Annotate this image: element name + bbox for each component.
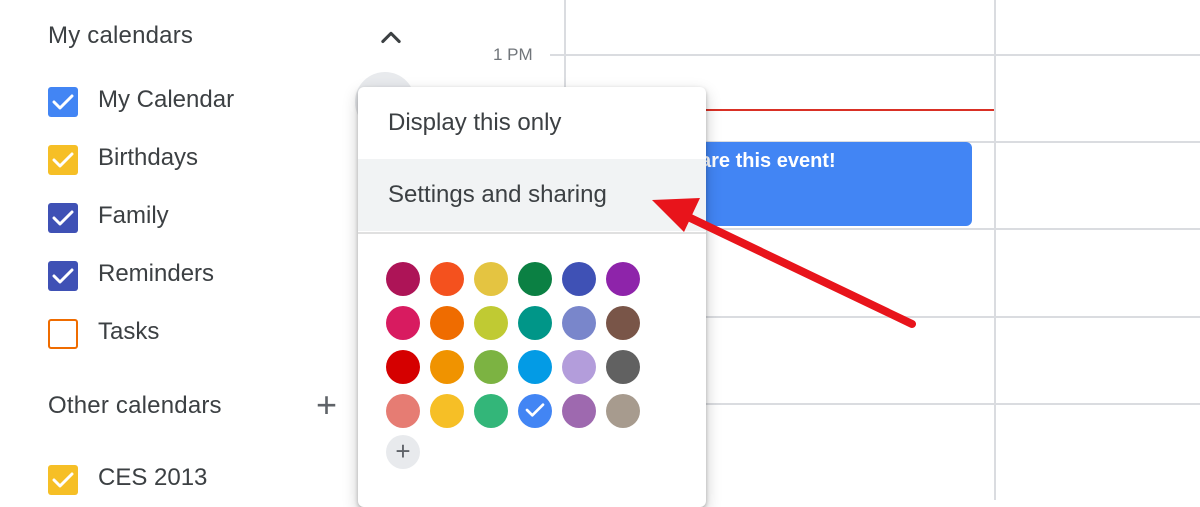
color-swatch[interactable] <box>562 262 596 296</box>
plus-icon: + <box>395 436 411 466</box>
settings-and-sharing-option[interactable]: Settings and sharing <box>358 159 706 231</box>
other-calendars-title[interactable]: Other calendars <box>48 392 222 420</box>
calendar-item-tasks[interactable]: Tasks <box>48 314 348 354</box>
color-swatch[interactable] <box>606 262 640 296</box>
calendar-label: CES 2013 <box>98 464 208 491</box>
color-swatch[interactable] <box>518 350 552 384</box>
calendar-options-menu: Display this only Settings and sharing + <box>358 87 706 507</box>
menu-divider <box>358 232 706 234</box>
calendar-item-ces-2013[interactable]: CES 2013 <box>48 460 348 500</box>
event-title: are this event! <box>700 150 836 172</box>
calendar-label: Reminders <box>98 260 215 287</box>
day-divider <box>994 0 996 500</box>
checkbox-unchecked-icon[interactable] <box>48 319 78 349</box>
calendar-item-family[interactable]: Family <box>48 198 348 238</box>
color-swatch[interactable] <box>430 394 464 428</box>
color-swatch[interactable] <box>518 394 552 428</box>
checkbox-checked-icon[interactable] <box>48 203 78 233</box>
color-swatch[interactable] <box>386 306 420 340</box>
color-swatch[interactable] <box>386 394 420 428</box>
checkbox-checked-icon[interactable] <box>48 87 78 117</box>
color-swatch[interactable] <box>430 262 464 296</box>
color-swatch[interactable] <box>430 350 464 384</box>
hour-line <box>550 54 1200 56</box>
calendar-item-birthdays[interactable]: Birthdays <box>48 140 348 180</box>
color-swatch[interactable] <box>606 306 640 340</box>
color-swatch[interactable] <box>562 306 596 340</box>
color-swatch[interactable] <box>606 394 640 428</box>
calendar-item-reminders[interactable]: Reminders <box>48 256 348 296</box>
color-swatch[interactable] <box>606 350 640 384</box>
calendar-label: Birthdays <box>98 144 199 171</box>
menu-item-label: Display this only <box>388 109 562 136</box>
sidebar: My calendars My Calendar Birthdays Family R… <box>0 0 420 500</box>
color-swatch[interactable] <box>474 306 508 340</box>
my-calendars-title[interactable]: My calendars <box>48 22 193 50</box>
calendar-item-my-calendar[interactable]: My Calendar <box>48 82 348 122</box>
color-swatch[interactable] <box>474 394 508 428</box>
color-swatch[interactable] <box>386 262 420 296</box>
color-swatch[interactable] <box>562 350 596 384</box>
color-swatch[interactable] <box>474 262 508 296</box>
plus-icon[interactable]: + <box>316 387 337 423</box>
checkbox-checked-icon[interactable] <box>48 145 78 175</box>
checkbox-checked-icon[interactable] <box>48 261 78 291</box>
calendar-label: Tasks <box>98 318 160 345</box>
time-label: 1 PM <box>493 45 533 64</box>
menu-item-label: Settings and sharing <box>388 181 607 208</box>
calendar-label: My Calendar <box>98 86 235 113</box>
color-swatch[interactable] <box>474 350 508 384</box>
add-custom-color-button[interactable]: + <box>386 435 420 469</box>
color-swatch[interactable] <box>386 350 420 384</box>
color-swatch[interactable] <box>562 394 596 428</box>
calendar-label: Family <box>98 202 169 229</box>
color-swatch[interactable] <box>518 262 552 296</box>
color-swatch[interactable] <box>518 306 552 340</box>
check-icon <box>525 403 545 417</box>
checkbox-checked-icon[interactable] <box>48 465 78 495</box>
color-swatch[interactable] <box>430 306 464 340</box>
chevron-up-icon[interactable] <box>377 24 405 52</box>
display-this-only-option[interactable]: Display this only <box>358 87 706 159</box>
